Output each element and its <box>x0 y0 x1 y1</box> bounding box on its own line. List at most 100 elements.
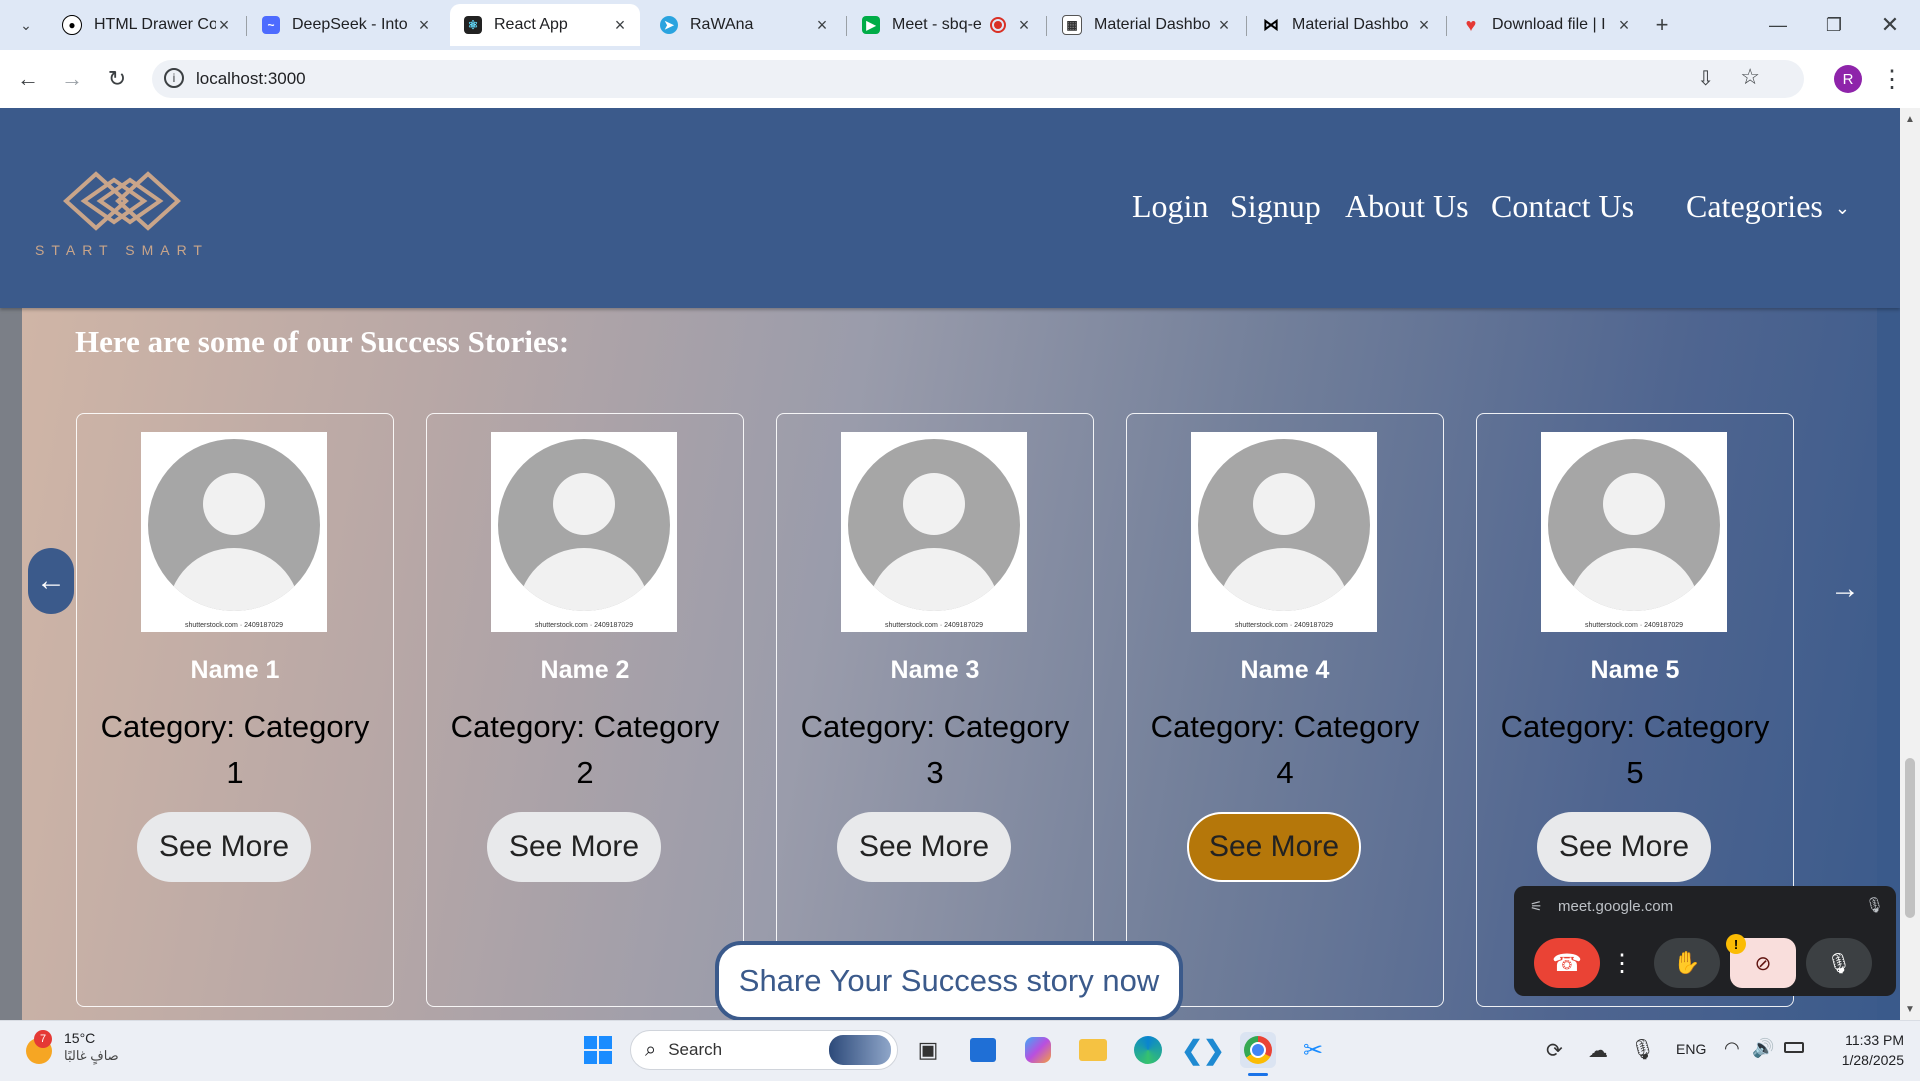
reload-button[interactable]: ↻ <box>101 63 133 95</box>
restore-icon: ❐ <box>1825 14 1843 35</box>
story-name: Name 4 <box>1240 656 1330 684</box>
close-tab-icon[interactable]: × <box>1216 15 1232 36</box>
start-button[interactable] <box>580 1032 616 1068</box>
close-tab-icon[interactable]: × <box>1016 15 1032 36</box>
address-bar[interactable]: i localhost:3000 ⇩ ☆ <box>152 60 1804 98</box>
plus-icon: + <box>1655 12 1669 37</box>
profile-photo: shutterstock.com · 2409187029 <box>841 432 1027 632</box>
store-button[interactable] <box>965 1032 1001 1068</box>
microphone-tray-icon[interactable]: 🎙 <box>1630 1037 1655 1062</box>
close-tab-icon[interactable]: × <box>416 15 432 36</box>
more-options-button[interactable]: ⋮ <box>1610 938 1634 988</box>
heart-icon: ♥ <box>1465 14 1477 35</box>
nav-contact[interactable]: Contact Us <box>1491 188 1634 225</box>
nav-categories[interactable]: Categories ⌄ <box>1686 188 1850 225</box>
page-scrollbar[interactable]: ▲ ▼ <box>1900 108 1920 1020</box>
see-more-button[interactable]: See More <box>837 812 1011 882</box>
bookmark-star-icon[interactable]: ☆ <box>1740 64 1760 90</box>
install-app-icon[interactable]: ⇩ <box>1697 66 1714 91</box>
tab-8[interactable]: ♥ Download file | I × <box>1448 4 1644 46</box>
tab-6[interactable]: ▦ Material Dashbo × <box>1048 4 1244 46</box>
leave-call-button[interactable]: ☎ <box>1534 938 1600 988</box>
hand-icon: ✋ <box>1673 950 1701 975</box>
scroll-up-icon[interactable]: ▲ <box>1905 114 1915 125</box>
tab-4[interactable]: ➤ RaWAna × <box>646 4 842 46</box>
copilot-button[interactable] <box>1020 1032 1056 1068</box>
back-button[interactable]: ← <box>12 63 44 95</box>
close-tab-icon[interactable]: × <box>216 15 232 36</box>
search-icon: ⌕ <box>645 1038 657 1061</box>
store-icon <box>970 1038 996 1062</box>
avatar-placeholder-icon <box>1198 439 1370 611</box>
snipping-tool-button[interactable]: ✂ <box>1295 1032 1331 1068</box>
story-category: Category: Category 4 <box>1150 709 1420 790</box>
deepseek-icon: ~ <box>262 16 280 34</box>
see-more-button[interactable]: See More <box>487 812 661 882</box>
close-tab-icon[interactable]: × <box>814 15 830 36</box>
microphone-button[interactable]: 🎙 <box>1806 938 1872 988</box>
scroll-down-icon[interactable]: ▼ <box>1905 1004 1915 1015</box>
tab-1[interactable]: ● HTML Drawer Co × <box>48 4 244 46</box>
site-logo[interactable]: START SMART <box>26 166 218 266</box>
material-icon: ▦ <box>1062 15 1082 35</box>
weather-widget[interactable]: 7 15°C صافٍ غالبًا <box>22 1029 119 1065</box>
clock[interactable]: 11:33 PM 1/28/2025 <box>1820 1030 1904 1070</box>
taskbar-search[interactable]: ⌕ Search <box>630 1030 898 1070</box>
phone-hangup-icon: ☎ <box>1552 949 1582 977</box>
see-more-button[interactable]: See More <box>1187 812 1361 882</box>
language-indicator[interactable]: ENG <box>1676 1041 1706 1057</box>
photo-credit: shutterstock.com · 2409187029 <box>534 622 634 629</box>
logo-knot-icon <box>63 171 181 231</box>
close-tab-icon[interactable]: × <box>612 15 628 36</box>
story-category: Category: Category 1 <box>100 709 370 790</box>
search-highlight-image <box>829 1035 891 1065</box>
volume-icon[interactable]: 🔊 <box>1752 1038 1774 1059</box>
site-info-icon[interactable]: i <box>164 68 184 88</box>
vscode-button[interactable]: ❮❯ <box>1181 1032 1225 1068</box>
vscode-icon: ❮❯ <box>1181 1034 1225 1065</box>
chrome-button[interactable] <box>1240 1032 1276 1068</box>
nav-about[interactable]: About Us <box>1345 188 1469 225</box>
share-story-button[interactable]: Share Your Success story now <box>715 941 1183 1020</box>
browser-menu-button[interactable]: ⋮ <box>1876 63 1908 95</box>
tab-2[interactable]: ~ DeepSeek - Into × <box>248 4 444 46</box>
close-tab-icon[interactable]: × <box>1416 15 1432 36</box>
wifi-icon[interactable]: ◠ <box>1724 1038 1740 1059</box>
see-more-button[interactable]: See More <box>137 812 311 882</box>
site-settings-icon[interactable]: ⚟ <box>1530 898 1543 915</box>
logo-text: START SMART <box>35 242 209 258</box>
profile-photo: shutterstock.com · 2409187029 <box>141 432 327 632</box>
carousel-next-button[interactable]: → <box>1822 566 1868 612</box>
nav-signup[interactable]: Signup <box>1230 188 1321 225</box>
minimize-button[interactable]: — <box>1762 9 1794 41</box>
bow-icon: ⋈ <box>1263 17 1279 34</box>
restore-button[interactable]: ❐ <box>1818 9 1850 41</box>
tab-3[interactable]: ⚛ React App × <box>450 4 640 46</box>
tab-5[interactable]: ▶ Meet - sbq-e × <box>848 4 1044 46</box>
close-window-button[interactable]: ✕ <box>1874 9 1906 41</box>
battery-icon[interactable] <box>1784 1042 1804 1053</box>
task-view-button[interactable]: ▣ <box>910 1032 946 1068</box>
camera-off-icon: ⊘ <box>1754 952 1772 975</box>
sync-icon[interactable]: ⟳ <box>1546 1038 1563 1063</box>
cloud-off-icon[interactable]: ☁ <box>1588 1038 1608 1063</box>
edge-button[interactable] <box>1130 1032 1166 1068</box>
scrollbar-thumb[interactable] <box>1905 758 1915 918</box>
nav-login[interactable]: Login <box>1132 188 1208 225</box>
profile-photo: shutterstock.com · 2409187029 <box>1191 432 1377 632</box>
raise-hand-button[interactable]: ✋ <box>1654 938 1720 988</box>
story-name: Name 2 <box>540 656 630 684</box>
tab-search-button[interactable]: ⌄ <box>10 9 42 41</box>
microphone-small-icon: 🎙 <box>1864 897 1884 914</box>
profile-photo: shutterstock.com · 2409187029 <box>1541 432 1727 632</box>
see-more-button[interactable]: See More <box>1537 812 1711 882</box>
tab-7[interactable]: ⋈ Material Dashbo × <box>1248 4 1444 46</box>
carousel-prev-button[interactable]: ← <box>28 548 74 614</box>
file-explorer-button[interactable] <box>1075 1032 1111 1068</box>
forward-button[interactable]: → <box>56 63 88 95</box>
weather-desc: صافٍ غالبًا <box>64 1048 119 1063</box>
warning-icon: ! <box>1726 934 1746 954</box>
profile-avatar[interactable]: R <box>1834 65 1862 93</box>
close-tab-icon[interactable]: × <box>1616 15 1632 36</box>
new-tab-button[interactable]: + <box>1646 9 1678 41</box>
